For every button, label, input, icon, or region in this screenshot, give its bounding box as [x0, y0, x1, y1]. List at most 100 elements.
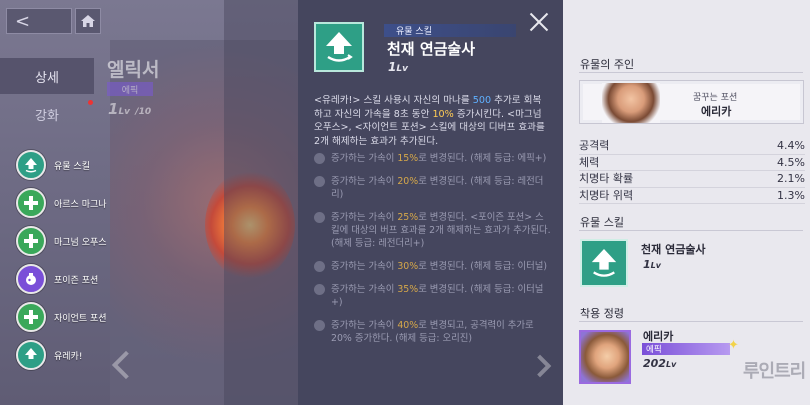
skill-item-poison-potion[interactable]: 포이즌 포션 [16, 262, 166, 296]
tab-detail-label: 상세 [35, 70, 59, 86]
back-button[interactable]: < [6, 8, 72, 34]
skill-item-eureka[interactable]: 유레카! [16, 338, 166, 372]
arrow-up-icon [16, 340, 46, 370]
divider [579, 321, 803, 322]
stat-list: 공격력 4.4% 체력 4.5% 치명타 확률 2.1% 치명타 위력 1.3% [579, 138, 805, 204]
stat-row: 치명타 위력 1.3% [579, 188, 805, 204]
stat-label: 공격력 [579, 139, 610, 152]
stat-label: 치명타 위력 [579, 188, 634, 202]
skill-label: 아르스 마그나 [54, 199, 107, 210]
tab-enhance[interactable]: 강화 [0, 96, 94, 132]
skill-item-magnum-opus[interactable]: 마그넘 오푸스 [16, 224, 166, 258]
desc-mana-value: 500 [472, 95, 492, 106]
upgrade-step: 증가하는 가속이 35%로 변경된다. (해제 등급: 이터널+) [314, 283, 552, 309]
watermark: 루인트리 [743, 361, 806, 382]
relic-level: 1Lv /10 [108, 100, 151, 118]
lock-dot-icon [314, 284, 325, 295]
stat-value: 1.3% [777, 188, 805, 202]
stat-value: 4.5% [777, 155, 805, 169]
skill-item-giant-potion[interactable]: 자이언트 포션 [16, 300, 166, 334]
skill-label: 포이즌 포션 [54, 275, 99, 286]
relic-info-panel: 유물의 주인 꿈꾸는 포션 에리카 공격력 4.4% 체력 4.5% 치명타 확률 2… [563, 0, 810, 405]
skill-category-tag: 유물 스킬 [384, 24, 516, 37]
spirit-grade-badge: 에픽 [642, 343, 730, 355]
plus-icon [16, 302, 46, 332]
step-text: 증가하는 가속이 [331, 153, 398, 164]
spirit-level: 202Lv [643, 357, 676, 370]
skill-label: 자이언트 포션 [54, 313, 107, 324]
upgrade-step: 증가하는 가속이 15%로 변경된다. (해제 등급: 에픽+) [314, 152, 552, 165]
step-value: 40% [397, 320, 419, 331]
upgrade-step: 증가하는 가속이 40%로 변경되고, 공격력이 추가로 20% 증가한다. (… [314, 319, 552, 345]
tab-enhance-label: 강화 [35, 108, 59, 124]
stat-row: 체력 4.5% [579, 155, 805, 171]
spirit-name: 에리카 [643, 330, 674, 343]
relic-level-value: 1 [108, 100, 119, 118]
relic-skill-level-unit: Lv [650, 261, 661, 270]
spirit-level-unit: Lv [665, 360, 677, 369]
skill-list: 유물 스킬 아르스 마그나 마그넘 오푸스 포이즌 포션 자이언트 포션 유레카… [16, 148, 166, 372]
relic-level-unit: Lv [118, 107, 131, 117]
desc-text: <유레카!> 스킬 사용시 자신의 마나를 [314, 95, 473, 106]
skill-description: <유레카!> 스킬 사용시 자신의 마나를 500 추가로 회복하고 자신의 가… [314, 94, 550, 148]
tab-detail[interactable]: 상세 [0, 58, 94, 94]
lock-dot-icon [314, 212, 325, 223]
relic-skill-level: 1Lv [643, 258, 661, 271]
owner-card[interactable]: 꿈꾸는 포션 에리카 [579, 80, 804, 124]
step-text: 로 변경된다. (해제 등급: 에픽+) [418, 153, 547, 164]
step-text: 증가하는 가속이 [331, 261, 398, 272]
stat-label: 치명타 확률 [579, 172, 634, 185]
step-value: 25% [397, 212, 419, 223]
upgrade-step: 증가하는 가속이 20%로 변경된다. (해제 등급: 레전더리) [314, 175, 552, 201]
skill-label: 유물 스킬 [54, 161, 90, 172]
dim-overlay [224, 0, 298, 405]
close-icon[interactable] [529, 12, 549, 32]
relic-skill-name: 천재 연금술사 [641, 243, 706, 256]
skill-level: 1Lv [388, 60, 408, 74]
upgrade-step: 증가하는 가속이 30%로 변경된다. (해제 등급: 이터널) [314, 260, 552, 273]
arrow-up-icon[interactable] [580, 239, 628, 287]
step-value: 20% [397, 176, 419, 187]
skill-item-relic[interactable]: 유물 스킬 [16, 148, 166, 182]
plus-icon [16, 226, 46, 256]
notification-dot [88, 100, 93, 105]
lock-dot-icon [314, 320, 325, 331]
skill-item-ars-magna[interactable]: 아르스 마그나 [16, 186, 166, 220]
step-text: 증가하는 가속이 [331, 212, 398, 223]
back-arrow-icon: < [15, 10, 31, 32]
step-text: 로 변경된다. (해제 등급: 이터널) [418, 261, 548, 272]
sparkle-icon: ✦ [728, 338, 739, 353]
relic-name: 엘릭서 [107, 59, 160, 81]
spirit-level-value: 202 [643, 357, 666, 370]
skill-label: 마그넘 오푸스 [54, 237, 107, 248]
skill-label: 유레카! [54, 351, 83, 362]
upgrade-steps: 증가하는 가속이 15%로 변경된다. (해제 등급: 에픽+) 증가하는 가속… [314, 152, 552, 355]
step-value: 15% [397, 153, 419, 164]
arrow-up-icon [16, 150, 46, 180]
spirit-section-title: 착용 정령 [580, 307, 624, 320]
home-icon [81, 15, 95, 27]
relic-skill-level-value: 1 [643, 258, 651, 271]
step-value: 30% [397, 261, 419, 272]
lock-dot-icon [314, 261, 325, 272]
skill-detail-popup: 유물 스킬 천재 연금술사 1Lv <유레카!> 스킬 사용시 자신의 마나를 … [298, 0, 563, 405]
skill-title: 천재 연금술사 [387, 40, 476, 58]
poison-icon [16, 264, 46, 294]
spirit-face [581, 332, 629, 382]
lock-dot-icon [314, 153, 325, 164]
owner-title: 꿈꾸는 포션 [693, 93, 738, 103]
relic-level-max: /10 [135, 107, 152, 117]
spirit-portrait[interactable] [579, 330, 631, 384]
step-text: 증가하는 가속이 [331, 176, 398, 187]
owner-section-title: 유물의 주인 [580, 58, 635, 71]
relic-grade-badge: 에픽 [107, 82, 153, 96]
divider [579, 72, 803, 73]
step-text: 증가하는 가속이 [331, 320, 398, 331]
skill-level-unit: Lv [396, 64, 408, 74]
stat-label: 체력 [579, 155, 600, 169]
home-button[interactable] [75, 8, 101, 34]
desc-haste-value: 10% [432, 108, 454, 120]
arrow-up-icon [314, 22, 364, 72]
step-text: 증가하는 가속이 [331, 284, 398, 295]
upgrade-step: 증가하는 가속이 25%로 변경된다. <포이즌 포션> 스킬에 대상의 버프 … [314, 211, 552, 250]
